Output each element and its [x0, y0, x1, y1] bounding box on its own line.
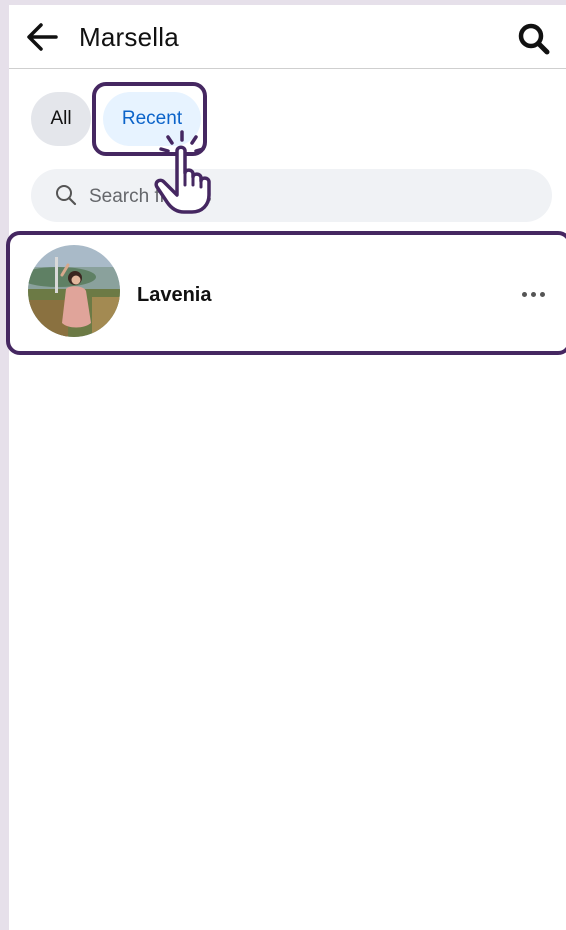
- filter-chip-all[interactable]: All: [31, 92, 91, 146]
- back-button[interactable]: [23, 19, 63, 55]
- friend-name: Lavenia: [137, 284, 212, 306]
- search-icon: [518, 23, 550, 55]
- friend-row-lavenia[interactable]: Lavenia: [6, 231, 566, 355]
- search-icon: [56, 185, 77, 206]
- header-search-button[interactable]: [515, 20, 553, 58]
- avatar[interactable]: [28, 245, 120, 337]
- search-friends-field[interactable]: [31, 169, 552, 224]
- more-options-button[interactable]: [513, 279, 553, 309]
- tutorial-highlight-box: [92, 82, 207, 156]
- page-title: Marsella: [79, 22, 179, 52]
- search-friends-input[interactable]: [87, 169, 531, 224]
- arrow-left-icon: [27, 23, 58, 51]
- app-header: Marsella: [9, 5, 566, 69]
- more-horizontal-icon: [520, 291, 547, 297]
- friends-screen: Marsella All Recent Search friends Laven…: [6, 5, 566, 930]
